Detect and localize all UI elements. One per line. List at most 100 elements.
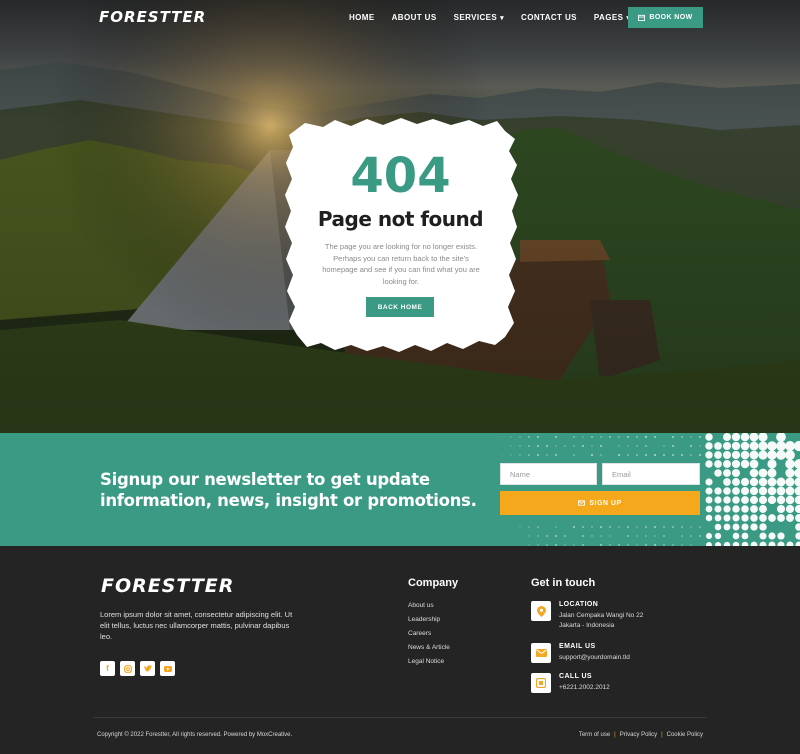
legal-link-terms[interactable]: Term of use <box>579 732 610 738</box>
pattern-dot <box>636 454 638 456</box>
pattern-dot <box>777 505 785 513</box>
pattern-dot <box>785 450 795 460</box>
footer-link-legal-notice[interactable]: Legal Notice <box>408 658 450 666</box>
pattern-dot <box>654 526 656 528</box>
pattern-dot <box>636 436 638 438</box>
pattern-dot <box>573 454 575 456</box>
location-address-line1: Jalan Cempaka Wangi No 22 <box>559 611 643 621</box>
pattern-dot <box>537 454 539 456</box>
pattern-dot <box>758 433 767 442</box>
phone-number[interactable]: +6221.2002.2012 <box>559 683 610 693</box>
pattern-dot <box>573 445 574 446</box>
pattern-dot <box>627 454 629 456</box>
legal-link-cookie[interactable]: Cookie Policy <box>667 732 703 738</box>
legal-links: Term of use | Privacy Policy | Cookie Po… <box>579 732 703 738</box>
instagram-icon[interactable] <box>120 661 135 676</box>
pattern-dot <box>723 451 731 459</box>
pattern-dot <box>520 527 521 528</box>
site-logo[interactable]: FORESTTER <box>99 8 206 26</box>
pattern-dot <box>690 454 692 456</box>
pattern-dot <box>663 535 665 537</box>
pattern-dot <box>715 533 721 539</box>
pattern-dot <box>705 478 712 485</box>
pattern-dot <box>600 526 602 528</box>
pattern-dot <box>714 487 721 494</box>
social-links: f <box>100 661 175 676</box>
pattern-dot <box>609 436 611 438</box>
pattern-dot <box>759 505 767 513</box>
pattern-dot <box>546 445 548 447</box>
pattern-dot <box>795 523 800 531</box>
name-input[interactable]: Name <box>500 463 597 485</box>
pattern-dot <box>759 523 766 530</box>
footer-link-news[interactable]: News & Article <box>408 644 450 652</box>
pattern-dot <box>636 526 637 527</box>
pattern-dot <box>759 514 767 522</box>
pattern-dot <box>776 441 786 451</box>
pattern-dot <box>555 454 557 456</box>
pattern-dot <box>785 468 794 477</box>
pattern-dot <box>777 514 785 522</box>
nav-services[interactable]: SERVICES ▾ <box>454 13 504 22</box>
pattern-dot <box>732 451 740 459</box>
pattern-dot <box>645 445 647 447</box>
sign-up-button[interactable]: SIGN UP <box>500 491 700 515</box>
pattern-dot <box>732 496 740 504</box>
pattern-dot <box>795 505 800 513</box>
pattern-dot <box>758 450 767 459</box>
pattern-dot <box>663 445 664 446</box>
newsletter-section: Signup our newsletter to get update info… <box>0 433 800 546</box>
pattern-dot <box>564 445 565 446</box>
pattern-dot <box>759 478 768 487</box>
youtube-icon[interactable] <box>160 661 175 676</box>
book-now-button[interactable]: BOOK NOW <box>628 7 703 28</box>
pattern-dot <box>741 460 749 468</box>
nav-pages[interactable]: PAGES▾ <box>594 13 630 22</box>
legal-separator: | <box>614 732 616 738</box>
location-pin-icon <box>531 601 551 621</box>
pattern-dot <box>600 436 601 437</box>
pattern-dot <box>690 535 692 537</box>
pattern-dot <box>741 523 748 530</box>
pattern-dot <box>750 496 758 504</box>
facebook-icon[interactable]: f <box>100 661 115 676</box>
twitter-icon[interactable] <box>140 661 155 676</box>
email-input[interactable]: Email <box>602 463 700 485</box>
pattern-dot <box>627 436 629 438</box>
contact-phone: CALL US +6221.2002.2012 <box>531 673 610 693</box>
pattern-dot <box>767 441 776 450</box>
pattern-dot <box>776 433 786 442</box>
pattern-dot <box>794 459 800 469</box>
legal-separator: | <box>661 732 663 738</box>
pattern-dot <box>795 496 800 505</box>
nav-home[interactable]: HOME <box>349 13 375 22</box>
footer-logo[interactable]: FORESTTER <box>101 575 234 597</box>
pattern-dot <box>609 535 610 536</box>
pattern-dot <box>714 442 722 450</box>
nav-pages-label: PAGES <box>594 13 623 22</box>
pattern-dot <box>681 436 683 438</box>
pattern-dot <box>645 526 647 528</box>
footer-link-about-us[interactable]: About us <box>408 602 450 610</box>
email-address[interactable]: support@yourdomain.tld <box>559 653 630 663</box>
pattern-dot <box>767 459 776 468</box>
pattern-dot <box>750 514 758 522</box>
contact-email: EMAIL US support@yourdomain.tld <box>531 643 630 663</box>
pattern-dot <box>705 442 712 449</box>
top-navigation: FORESTTER HOME ABOUT US SERVICES ▾ CONTAC… <box>0 0 800 36</box>
pattern-dot <box>715 515 722 522</box>
pattern-dot <box>785 477 794 486</box>
footer-link-leadership[interactable]: Leadership <box>408 616 450 624</box>
pattern-dot <box>706 506 713 513</box>
pattern-dot <box>714 460 722 468</box>
pattern-dot <box>502 455 503 456</box>
pattern-dot <box>672 454 674 456</box>
nav-about-us[interactable]: ABOUT US <box>392 13 437 22</box>
pattern-dot <box>741 514 748 521</box>
legal-link-privacy[interactable]: Privacy Policy <box>620 732 657 738</box>
pattern-dot <box>732 487 740 495</box>
footer-link-careers[interactable]: Careers <box>408 630 450 638</box>
back-home-button[interactable]: BACK HOME <box>366 297 434 317</box>
nav-contact-us[interactable]: CONTACT US <box>521 13 577 22</box>
pattern-dot <box>768 496 776 504</box>
